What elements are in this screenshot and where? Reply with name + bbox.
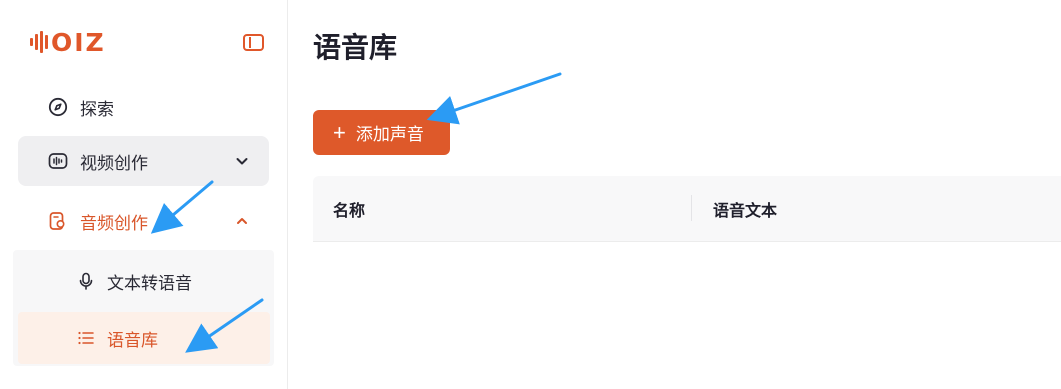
sidebar-toggle-icon[interactable] <box>243 34 264 51</box>
sidebar-subitem-label: 文本转语音 <box>107 273 192 294</box>
audio-create-icon <box>48 211 68 231</box>
logo-waveform-icon <box>30 31 48 53</box>
sidebar-subitem-label: 语音库 <box>107 330 158 351</box>
column-header-voice-text[interactable]: 语音文本 <box>713 176 777 242</box>
brand-logo[interactable]: OIZ <box>30 28 106 56</box>
column-header-name[interactable]: 名称 <box>333 176 365 242</box>
plus-icon: + <box>333 119 346 145</box>
sidebar-subitem-text-to-speech[interactable]: 文本转语音 <box>13 258 270 304</box>
sidebar-item-audio-create[interactable]: 音频创作 <box>18 198 269 244</box>
add-voice-button[interactable]: + 添加声音 <box>313 110 450 155</box>
sidebar-subitem-voice-library[interactable]: 语音库 <box>18 312 270 364</box>
sidebar-item-video-create[interactable]: 视频创作 <box>18 136 269 186</box>
sidebar-item-explore[interactable]: 探索 <box>18 86 269 128</box>
video-waveform-icon <box>48 151 68 171</box>
chevron-down-icon[interactable] <box>235 154 249 168</box>
add-voice-button-label: 添加声音 <box>355 125 424 144</box>
sidebar-item-label: 音频创作 <box>80 213 148 234</box>
column-divider <box>691 195 692 221</box>
page-title: 语音库 <box>313 31 398 64</box>
sidebar-item-label: 探索 <box>80 99 114 120</box>
compass-icon <box>48 97 68 117</box>
voice-table-header: 名称 语音文本 <box>313 176 1061 242</box>
microphone-icon <box>77 272 95 290</box>
annotation-arrow-add-button <box>426 72 562 125</box>
chevron-up-icon[interactable] <box>235 214 249 228</box>
logo-text: OIZ <box>51 27 106 57</box>
sidebar-item-label: 视频创作 <box>80 153 148 174</box>
list-icon <box>77 329 95 347</box>
